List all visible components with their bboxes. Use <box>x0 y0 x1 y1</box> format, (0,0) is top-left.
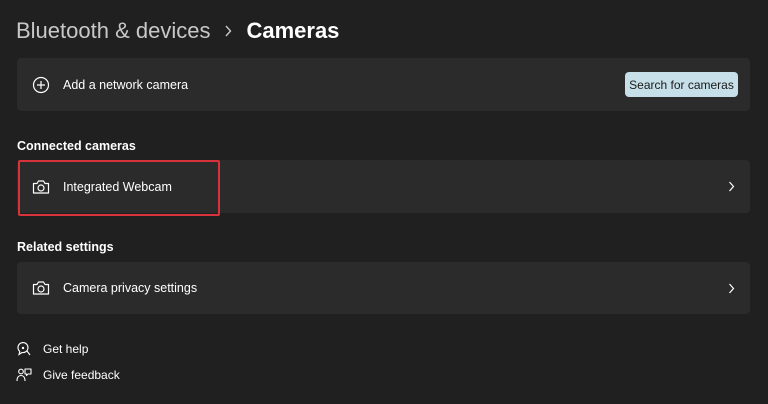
camera-icon <box>31 278 51 298</box>
get-help-label: Get help <box>43 342 89 356</box>
camera-privacy-settings-item[interactable]: Camera privacy settings <box>17 262 750 314</box>
add-network-camera-card: Add a network camera Search for cameras <box>17 58 750 111</box>
cameras-settings-page: Bluetooth & devices Cameras Add a networ… <box>0 0 768 404</box>
chevron-right-icon <box>726 181 736 193</box>
connected-cameras-heading: Connected cameras <box>17 139 136 153</box>
chevron-right-icon <box>726 282 736 294</box>
feedback-icon <box>16 367 32 383</box>
plus-circle-icon <box>31 75 51 95</box>
add-network-camera-label: Add a network camera <box>63 77 189 92</box>
integrated-webcam-label: Integrated Webcam <box>63 179 172 194</box>
give-feedback-label: Give feedback <box>43 368 120 382</box>
get-help-link[interactable]: Get help <box>16 341 88 357</box>
page-title: Cameras <box>246 18 340 43</box>
breadcrumb: Bluetooth & devices Cameras <box>16 14 339 48</box>
camera-privacy-settings-label: Camera privacy settings <box>63 281 198 295</box>
give-feedback-link[interactable]: Give feedback <box>16 367 120 383</box>
help-icon <box>16 341 32 357</box>
camera-icon <box>31 177 51 197</box>
breadcrumb-parent[interactable]: Bluetooth & devices <box>16 18 210 44</box>
related-settings-heading: Related settings <box>17 240 114 254</box>
search-for-cameras-button[interactable]: Search for cameras <box>625 72 738 97</box>
integrated-webcam-item[interactable]: Integrated Webcam <box>17 160 750 213</box>
chevron-right-icon <box>224 25 232 37</box>
